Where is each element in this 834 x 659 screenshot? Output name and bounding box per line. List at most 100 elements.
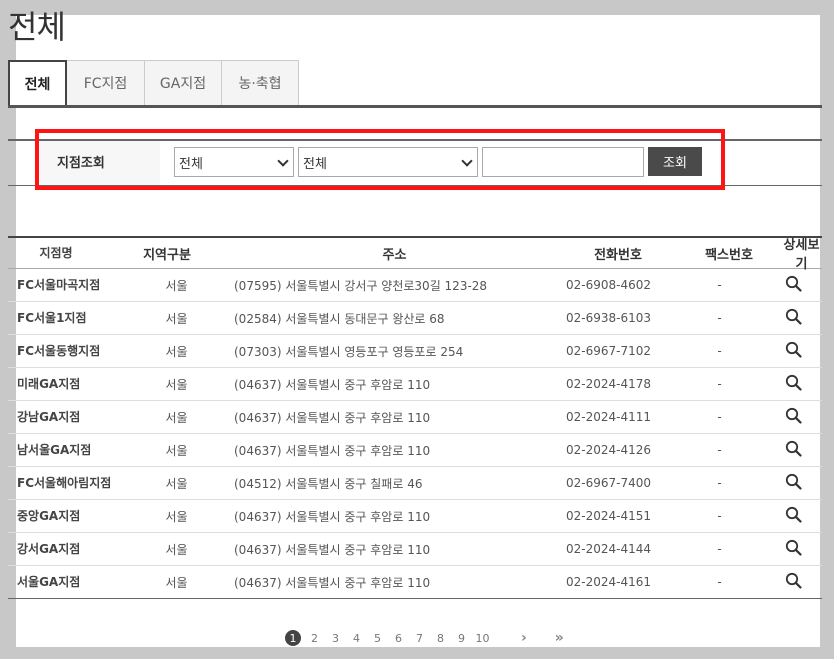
branch-name: 중앙GA지점 (17, 509, 81, 523)
detail-button[interactable] (764, 374, 822, 394)
detail-button[interactable] (764, 539, 822, 559)
chevron-down-icon (277, 155, 289, 167)
tab-all[interactable]: 전체 (8, 60, 67, 108)
pagination: 1 2 3 4 5 6 7 8 9 10 › » (285, 630, 564, 646)
branch-region: 서울 (165, 278, 188, 293)
branch-region: 서울 (165, 542, 188, 557)
branch-address: (04637) 서울특별시 중구 후암로 110 (234, 509, 431, 524)
branch-region: 서울 (165, 509, 188, 524)
branch-region: 서울 (165, 476, 188, 491)
branch-address: (07595) 서울특별시 강서구 양천로30길 123-28 (234, 278, 488, 293)
branch-phone: 02-2024-4151 (565, 509, 651, 523)
magnifier-icon (785, 341, 802, 361)
header-fax: 팩스번호 (705, 247, 753, 263)
branch-fax: - (717, 410, 722, 424)
branch-fax: - (717, 377, 722, 391)
detail-button[interactable] (764, 407, 822, 427)
page-link-2[interactable]: 2 (304, 632, 325, 645)
branch-type-select[interactable]: 전체 (298, 147, 478, 177)
branch-name: 서울GA지점 (17, 575, 81, 589)
detail-button[interactable] (764, 308, 822, 328)
branch-region: 서울 (165, 410, 188, 425)
branch-phone: 02-6967-7102 (565, 344, 651, 358)
branch-address: (04637) 서울특별시 중구 후암로 110 (234, 443, 431, 458)
branch-region: 서울 (165, 377, 188, 392)
page-link-9[interactable]: 9 (451, 632, 472, 645)
table-header: 지점명 지역구분 주소 전화번호 팩스번호 상세보기 (8, 238, 822, 272)
magnifier-icon (785, 440, 802, 460)
branch-region: 서울 (165, 311, 188, 326)
region-select[interactable]: 전체 (174, 147, 294, 177)
branch-address: (07303) 서울특별시 영등포구 영등포로 254 (234, 344, 464, 359)
header-address: 주소 (382, 247, 407, 263)
branch-region: 서울 (165, 443, 188, 458)
page-link-6[interactable]: 6 (388, 632, 409, 645)
next-page-button[interactable]: › (521, 630, 527, 646)
page-link-1[interactable]: 1 (285, 630, 301, 646)
branch-region: 서울 (165, 344, 188, 359)
branch-fax: - (717, 542, 722, 556)
header-phone: 전화번호 (594, 247, 642, 263)
branch-address: (04637) 서울특별시 중구 후암로 110 (234, 410, 431, 425)
branch-phone: 02-2024-4161 (565, 575, 651, 589)
tab-ga-branch[interactable]: GA지점 (145, 60, 222, 106)
tab-fc-branch[interactable]: FC지점 (67, 60, 145, 106)
table-row: 강서GA지점 서울 (04637) 서울특별시 중구 후암로 110 02-2024-… (8, 533, 822, 566)
magnifier-icon (785, 374, 802, 394)
branch-fax: - (717, 509, 722, 523)
search-button[interactable]: 조회 (648, 147, 702, 176)
magnifier-icon (785, 275, 802, 295)
page-link-3[interactable]: 3 (325, 632, 346, 645)
tab-nonghyup[interactable]: 농·축협 (222, 60, 299, 106)
header-name: 지점명 (39, 246, 73, 260)
magnifier-icon (785, 506, 802, 526)
search-input[interactable] (482, 147, 644, 177)
page-link-8[interactable]: 8 (430, 632, 451, 645)
detail-button[interactable] (764, 473, 822, 493)
table-row: 미래GA지점 서울 (04637) 서울특별시 중구 후암로 110 02-2024-… (8, 368, 822, 401)
branch-name: 강서GA지점 (17, 542, 81, 556)
branch-type-select-value: 전체 (303, 156, 327, 172)
detail-button[interactable] (764, 440, 822, 460)
branch-phone: 02-2024-4178 (565, 377, 651, 391)
branch-fax: - (717, 476, 722, 490)
detail-button[interactable] (764, 275, 822, 295)
branch-fax: - (717, 344, 722, 358)
page-link-10[interactable]: 10 (472, 632, 493, 645)
page-link-4[interactable]: 4 (346, 632, 367, 645)
detail-button[interactable] (764, 341, 822, 361)
magnifier-icon (785, 308, 802, 328)
detail-button[interactable] (764, 572, 822, 592)
search-divider-bottom (8, 185, 822, 186)
branch-phone: 02-6908-4602 (565, 278, 651, 292)
search-label: 지점조회 (57, 156, 105, 171)
magnifier-icon (785, 407, 802, 427)
branch-fax: - (717, 278, 722, 292)
branch-phone: 02-2024-4126 (565, 443, 651, 457)
branch-name: 강남GA지점 (17, 410, 81, 424)
page-link-7[interactable]: 7 (409, 632, 430, 645)
page-title: 전체 (8, 8, 66, 46)
magnifier-icon (785, 473, 802, 493)
branch-phone: 02-6938-6103 (565, 311, 651, 325)
page-link-5[interactable]: 5 (367, 632, 388, 645)
branch-name: FC서울동행지점 (17, 344, 101, 358)
branch-phone: 02-2024-4144 (565, 542, 651, 556)
last-page-button[interactable]: » (555, 630, 564, 646)
table-row: FC서울마곡지점 서울 (07595) 서울특별시 강서구 양천로30길 123-2… (8, 269, 822, 302)
table-row: 중앙GA지점 서울 (04637) 서울특별시 중구 후암로 110 02-2024-… (8, 500, 822, 533)
branch-name: 미래GA지점 (17, 377, 81, 391)
table-row: 강남GA지점 서울 (04637) 서울특별시 중구 후암로 110 02-2024-… (8, 401, 822, 434)
branch-phone: 02-2024-4111 (565, 410, 651, 424)
table-row: FC서울해아림지점 서울 (04512) 서울특별시 중구 칠패로 46 02-696… (8, 467, 822, 500)
branch-fax: - (717, 443, 722, 457)
detail-button[interactable] (764, 506, 822, 526)
region-select-value: 전체 (179, 156, 203, 172)
branch-name: FC서울1지점 (17, 311, 87, 325)
branch-name: 남서울GA지점 (17, 443, 92, 457)
header-region: 지역구분 (143, 247, 191, 263)
header-detail: 상세보기 (783, 238, 820, 272)
table-row: 서울GA지점 서울 (04637) 서울특별시 중구 후암로 110 02-2024-… (8, 566, 822, 599)
table-body: FC서울마곡지점 서울 (07595) 서울특별시 강서구 양천로30길 123-2… (8, 269, 822, 599)
branch-fax: - (717, 575, 722, 589)
